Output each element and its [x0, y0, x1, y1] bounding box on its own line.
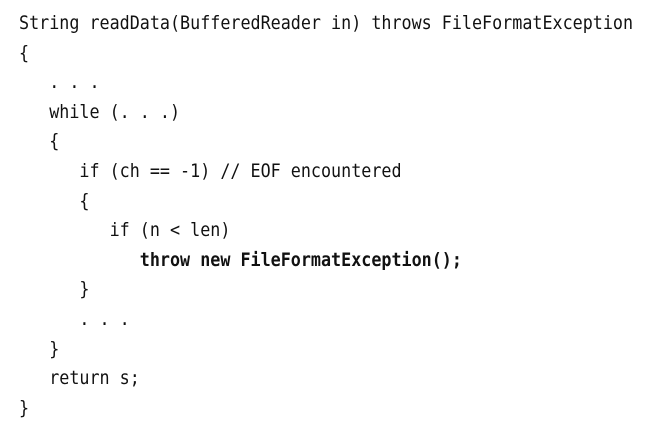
- code-line-6: if (ch == -1) // EOF encountered: [19, 159, 402, 182]
- code-listing: String readData(BufferedReader in) throw…: [19, 9, 633, 423]
- code-line-14: }: [19, 396, 30, 419]
- code-line-8: if (n < len): [19, 219, 231, 242]
- code-line-5: {: [19, 130, 60, 153]
- code-line-12: }: [19, 337, 60, 360]
- code-line-3: . . .: [19, 71, 100, 94]
- code-line-1: String readData(BufferedReader in) throw…: [19, 12, 634, 34]
- code-line-4: while (. . .): [19, 100, 181, 123]
- code-line-10: }: [19, 278, 90, 301]
- code-line-13: return s;: [19, 367, 140, 390]
- code-line-11: . . .: [19, 307, 130, 330]
- code-line-7: {: [19, 189, 90, 212]
- code-line-2: {: [19, 41, 30, 64]
- code-line-9: throw new FileFormatException();: [19, 248, 462, 271]
